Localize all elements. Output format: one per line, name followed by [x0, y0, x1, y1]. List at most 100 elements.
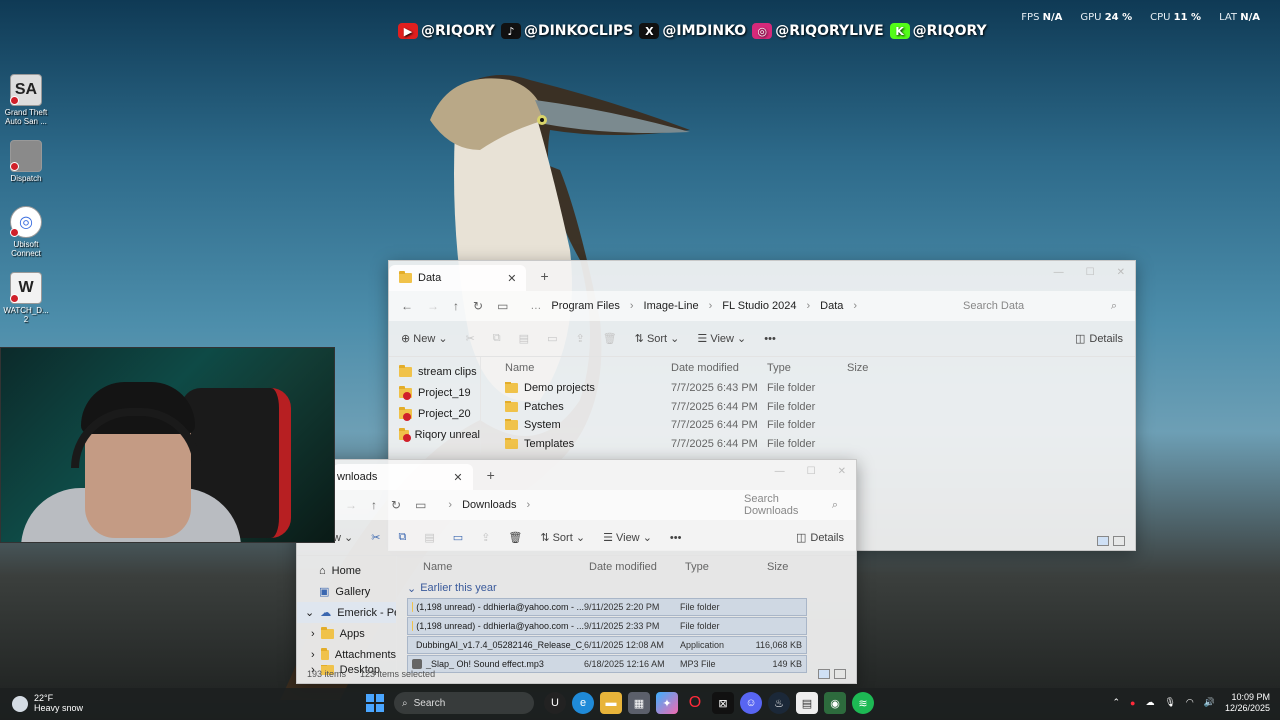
column-type[interactable]: Type — [767, 362, 847, 374]
search-input[interactable]: Search Downloads ⌕ — [734, 493, 844, 517]
tiles-view-icon[interactable] — [1113, 536, 1125, 546]
more-options-button[interactable]: ••• — [670, 532, 682, 544]
column-name[interactable]: Name — [423, 561, 589, 573]
edge-icon[interactable]: e — [572, 692, 594, 714]
onedrive-icon[interactable]: ☁ — [1145, 697, 1154, 708]
close-tab-icon[interactable]: ✕ — [507, 272, 516, 285]
more-options-button[interactable]: ••• — [764, 333, 776, 345]
back-icon[interactable]: ← — [401, 299, 413, 313]
details-view-icon[interactable] — [1097, 536, 1109, 546]
nav-item-onedrive-personal[interactable]: ⌄ ☁ Emerick - Perso — [297, 602, 396, 623]
close-window-button[interactable]: ✕ — [1117, 267, 1125, 278]
new-tab-button[interactable]: + — [487, 467, 495, 483]
weather-widget[interactable]: 22°F Heavy snow — [0, 693, 83, 714]
opera-tray-icon[interactable]: ● — [1130, 698, 1135, 708]
search-input[interactable]: Search Data ⌕ — [953, 295, 1123, 317]
chevron-up-icon[interactable]: ⌃ — [1112, 697, 1120, 708]
view-button[interactable]: ☰ View ⌄ — [603, 531, 652, 544]
table-row[interactable]: Patches 7/7/2025 6:44 PM File folder — [505, 398, 1135, 417]
table-row[interactable]: (1,198 unread) - ddhierla@yahoo.com - ..… — [407, 598, 807, 616]
column-size[interactable]: Size — [767, 561, 807, 573]
group-header-earlier-this-year[interactable]: ⌄ Earlier this year — [407, 578, 856, 598]
breadcrumb-item[interactable]: Downloads — [462, 499, 516, 511]
nav-item-project-19[interactable]: Project_19 — [389, 382, 480, 403]
spotify-icon[interactable]: ≋ — [852, 692, 874, 714]
share-icon[interactable]: ⇪ — [481, 531, 490, 544]
column-date-modified[interactable]: Date modified — [589, 561, 685, 573]
file-explorer-icon[interactable]: ▬ — [600, 692, 622, 714]
up-icon[interactable]: ↑ — [371, 498, 377, 512]
column-type[interactable]: Type — [685, 561, 767, 573]
discord-icon[interactable]: ☺ — [740, 692, 762, 714]
paste-icon[interactable]: ▤ — [424, 531, 434, 544]
nav-item-riqory-unreal[interactable]: Riqory unreal — [389, 424, 480, 445]
refresh-icon[interactable]: ↻ — [391, 498, 401, 512]
obs-icon[interactable]: ◉ — [824, 692, 846, 714]
cut-icon[interactable]: ✂ — [371, 531, 380, 544]
opera-icon[interactable]: O — [684, 692, 706, 714]
table-row[interactable]: System 7/7/2025 6:44 PM File folder — [505, 416, 1135, 435]
breadcrumb-ellipsis[interactable]: … — [530, 300, 541, 312]
breadcrumb-item[interactable]: Program Files — [551, 300, 619, 312]
new-button[interactable]: w ⌄ — [333, 531, 353, 544]
nav-item-gallery[interactable]: ▣ Gallery — [297, 581, 396, 602]
store-icon[interactable]: ▦ — [628, 692, 650, 714]
details-button[interactable]: ◫ Details — [796, 531, 844, 545]
close-tab-icon[interactable]: ✕ — [453, 471, 462, 484]
desktop-icon-gta-san-andreas[interactable]: SA Grand Theft Auto San ... — [2, 74, 50, 140]
taskbar-search[interactable]: ⌕ Search — [394, 692, 534, 714]
notepad-icon[interactable]: ▤ — [796, 692, 818, 714]
breadcrumb-item[interactable]: Image-Line — [644, 300, 699, 312]
column-size[interactable]: Size — [847, 362, 907, 374]
paste-icon[interactable]: ▤ — [519, 332, 529, 345]
capcut-icon[interactable]: ⊠ — [712, 692, 734, 714]
nav-item-home[interactable]: ⌂ Home — [297, 560, 396, 581]
windows-start-icon[interactable] — [366, 694, 384, 712]
minimize-button[interactable]: — — [775, 466, 785, 477]
desktop-icon-dispatch[interactable]: Dispatch — [2, 140, 50, 206]
rename-icon[interactable]: ▭ — [547, 332, 557, 345]
wifi-icon[interactable]: ◠ — [1186, 697, 1194, 708]
close-window-button[interactable]: ✕ — [838, 466, 846, 477]
copilot-icon[interactable]: ✦ — [656, 692, 678, 714]
table-row[interactable]: _Slap_ Oh! Sound effect.mp3 6/18/2025 12:… — [407, 655, 807, 673]
column-name[interactable]: Name — [505, 362, 671, 374]
breadcrumb-item[interactable]: Data — [820, 300, 843, 312]
delete-icon[interactable]: 🗑 — [508, 531, 522, 544]
table-row[interactable]: (1,198 unread) - ddhierla@yahoo.com - ..… — [407, 617, 807, 635]
minimize-button[interactable]: — — [1054, 267, 1064, 278]
nav-item-attachments[interactable]: › Attachments — [297, 644, 396, 665]
delete-icon[interactable]: 🗑 — [603, 332, 617, 345]
nav-item-apps[interactable]: › Apps — [297, 623, 396, 644]
tab-downloads[interactable]: wnloads ✕ — [333, 464, 473, 490]
breadcrumb-item[interactable]: FL Studio 2024 — [722, 300, 796, 312]
copy-icon[interactable]: ⧉ — [493, 332, 501, 345]
view-button[interactable]: ☰ View ⌄ — [697, 332, 746, 345]
steam-icon[interactable]: ♨ — [768, 692, 790, 714]
desktop-icon-ubisoft-connect[interactable]: ◎ Ubisoft Connect — [2, 206, 50, 272]
maximize-button[interactable]: ☐ — [807, 466, 816, 477]
column-date-modified[interactable]: Date modified — [671, 362, 767, 374]
details-view-icon[interactable] — [818, 669, 830, 679]
volume-icon[interactable]: 🔊 — [1204, 697, 1215, 708]
rename-icon[interactable]: ▭ — [453, 531, 463, 544]
nav-item-project-20[interactable]: Project_20 — [389, 403, 480, 424]
tab-data[interactable]: Data ✕ — [389, 265, 527, 291]
clock[interactable]: 10:09 PM 12/26/2025 — [1225, 692, 1270, 714]
desktop-icon-watch-dogs-2[interactable]: W WATCH_D... 2 — [2, 272, 50, 338]
tiles-view-icon[interactable] — [834, 669, 846, 679]
unreal-engine-icon[interactable]: U — [544, 692, 566, 714]
table-row[interactable]: Templates 7/7/2025 6:44 PM File folder — [505, 435, 1135, 454]
nav-item-stream-clips[interactable]: stream clips — [389, 361, 480, 382]
sort-button[interactable]: ⇅ Sort ⌄ — [540, 531, 585, 544]
details-button[interactable]: ◫ Details — [1075, 332, 1123, 346]
maximize-button[interactable]: ☐ — [1086, 267, 1095, 278]
table-row[interactable]: DubbingAI_v1.7.4_05282146_Release_C_S...… — [407, 636, 807, 654]
cut-icon[interactable]: ✂ — [466, 332, 475, 345]
sort-button[interactable]: ⇅ Sort ⌄ — [635, 332, 680, 345]
refresh-icon[interactable]: ↻ — [473, 299, 483, 313]
up-icon[interactable]: ↑ — [453, 299, 459, 313]
share-icon[interactable]: ⇪ — [575, 332, 584, 345]
microphone-icon[interactable]: 🎙 — [1164, 697, 1175, 708]
forward-icon[interactable]: → — [427, 299, 439, 313]
